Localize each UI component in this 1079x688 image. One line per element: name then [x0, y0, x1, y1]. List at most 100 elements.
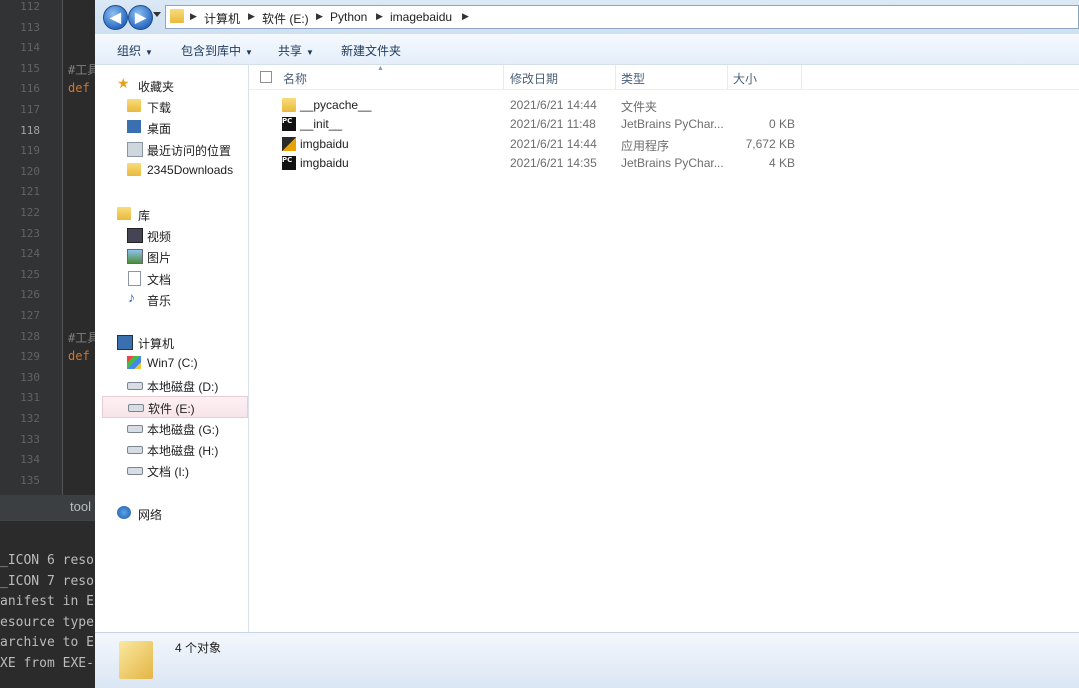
forward-button[interactable]: ▶ [128, 5, 153, 30]
select-all-checkbox[interactable] [260, 71, 272, 83]
nav-item-label: 文档 [147, 273, 172, 287]
line-number: 124 [20, 247, 40, 261]
nav-item-drive-c[interactable]: Win7 (C:) [101, 353, 247, 373]
chevron-down-icon: ▼ [145, 48, 153, 57]
file-type: 文件夹 [621, 100, 658, 114]
nav-item-videos[interactable]: 视频 [101, 225, 247, 245]
column-header: ▲ 名称 修改日期 类型 大小 [249, 65, 1079, 90]
address-bar[interactable]: ▶ 计算机 ▶ 软件 (E:) ▶ Python ▶ imagebaidu ▶ [165, 5, 1079, 29]
nav-item-drive-h[interactable]: 本地磁盘 (H:) [101, 439, 247, 459]
breadcrumb-computer[interactable]: 计算机 [204, 10, 240, 27]
address-area: ◀ ▶ ▶ 计算机 ▶ 软件 (E:) ▶ Python ▶ imagebaid… [95, 0, 1079, 34]
nav-item-desktop[interactable]: 桌面 [101, 117, 247, 137]
new-folder-button[interactable]: 新建文件夹 [341, 42, 401, 59]
line-number: 113 [20, 20, 40, 34]
column-date[interactable]: 修改日期 [510, 70, 558, 87]
line-number: 128 [20, 329, 40, 343]
chevron-down-icon: ▼ [306, 48, 314, 57]
nav-item-drive-g[interactable]: 本地磁盘 (G:) [101, 418, 247, 438]
file-name: __init__ [300, 117, 343, 131]
hard-drive-icon [128, 404, 144, 412]
file-date: 2021/6/21 11:48 [510, 117, 596, 131]
file-row[interactable]: imgbaidu 2021/6/21 14:44 应用程序 7,672 KB [249, 135, 1079, 154]
nav-computer[interactable]: 计算机 [101, 332, 247, 352]
column-name[interactable]: 名称 [283, 70, 307, 87]
file-row[interactable]: PC imgbaidu 2021/6/21 14:35 JetBrains Py… [249, 154, 1079, 173]
breadcrumb-drive[interactable]: 软件 (E:) [262, 10, 309, 27]
line-number: 131 [20, 391, 40, 405]
hard-drive-icon [127, 446, 143, 454]
column-divider[interactable] [727, 65, 728, 89]
nav-item-pictures[interactable]: 图片 [101, 246, 247, 266]
picture-icon [127, 249, 143, 264]
file-row[interactable]: __pycache__ 2021/6/21 14:44 文件夹 [249, 96, 1079, 115]
network-icon [117, 506, 131, 519]
nav-item-drive-i[interactable]: 文档 (I:) [101, 460, 247, 480]
column-divider[interactable] [801, 65, 802, 89]
computer-icon [117, 335, 133, 350]
gutter-separator [62, 0, 63, 520]
nav-item-label: 视频 [147, 230, 172, 244]
console-line: esource type [0, 614, 94, 630]
file-row[interactable]: PC __init__ 2021/6/21 11:48 JetBrains Py… [249, 115, 1079, 134]
recent-places-icon [127, 142, 143, 157]
nav-item-documents[interactable]: 文档 [101, 268, 247, 288]
nav-item-label: 软件 (E:) [148, 402, 195, 416]
history-dropdown-icon[interactable] [153, 12, 161, 17]
console-line: archive to E [0, 635, 94, 650]
include-in-library-button[interactable]: 包含到库中 ▼ [181, 42, 253, 59]
breadcrumb-python[interactable]: Python [330, 10, 367, 24]
nav-item-label: Win7 (C:) [147, 356, 198, 370]
line-number: 134 [20, 453, 40, 467]
file-type: JetBrains PyChar... [621, 156, 724, 170]
application-icon [282, 137, 296, 151]
line-number: 123 [20, 226, 40, 240]
file-date: 2021/6/21 14:44 [510, 137, 597, 151]
nav-item-label: 最近访问的位置 [147, 144, 232, 158]
nav-libraries[interactable]: 库 [101, 204, 247, 224]
file-name: imgbaidu [300, 156, 349, 170]
nav-item-drive-d[interactable]: 本地磁盘 (D:) [101, 375, 247, 395]
ide-tab-label: tool [70, 499, 91, 514]
share-button[interactable]: 共享 ▼ [278, 42, 314, 59]
nav-item-2345downloads[interactable]: 2345Downloads [101, 160, 247, 180]
breadcrumb-imagebaidu[interactable]: imagebaidu [390, 10, 452, 24]
column-divider[interactable] [503, 65, 504, 89]
nav-item-label: 本地磁盘 (D:) [147, 380, 219, 394]
organize-button[interactable]: 组织 ▼ [117, 42, 153, 59]
column-divider[interactable] [615, 65, 616, 89]
nav-item-drive-e[interactable]: 软件 (E:) [102, 396, 248, 418]
line-number: 114 [20, 41, 40, 55]
back-button[interactable]: ◀ [103, 5, 128, 30]
nav-network[interactable]: 网络 [101, 503, 247, 523]
star-icon: ★ [117, 75, 130, 91]
console-panel: _ICON 6 reso _ICON 7 reso anifest in E esou… [0, 520, 95, 688]
nav-item-label: 2345Downloads [147, 163, 234, 177]
breadcrumb-separator-icon[interactable]: ▶ [190, 11, 197, 22]
file-date: 2021/6/21 14:44 [510, 98, 597, 112]
breadcrumb-separator-icon[interactable]: ▶ [462, 11, 469, 22]
breadcrumb-separator-icon[interactable]: ▶ [248, 11, 255, 22]
nav-item-music[interactable]: ♪ 音乐 [101, 289, 247, 309]
nav-item-label: 本地磁盘 (H:) [147, 444, 219, 458]
nav-item-recent[interactable]: 最近访问的位置 [101, 139, 247, 159]
nav-item-downloads[interactable]: 下载 [101, 96, 247, 116]
nav-item-label: 音乐 [147, 294, 172, 308]
line-number: 122 [20, 206, 40, 219]
share-label: 共享 [278, 44, 303, 58]
line-number: 130 [20, 370, 40, 384]
file-type: 应用程序 [621, 139, 670, 153]
column-type[interactable]: 类型 [621, 70, 645, 87]
sort-ascending-icon: ▲ [377, 65, 384, 72]
breadcrumb-separator-icon[interactable]: ▶ [316, 11, 323, 22]
hard-drive-icon [127, 467, 143, 475]
ide-tab[interactable]: tool [0, 495, 95, 520]
nav-favorites[interactable]: ★ 收藏夹 [101, 75, 247, 95]
nav-libraries-label: 库 [138, 209, 151, 223]
column-size[interactable]: 大小 [733, 70, 757, 87]
file-name: __pycache__ [300, 98, 372, 112]
hard-drive-icon [127, 425, 143, 433]
line-number: 132 [20, 412, 40, 425]
explorer-window: ◀ ▶ ▶ 计算机 ▶ 软件 (E:) ▶ Python ▶ imagebaid… [95, 0, 1079, 688]
breadcrumb-separator-icon[interactable]: ▶ [376, 11, 383, 22]
